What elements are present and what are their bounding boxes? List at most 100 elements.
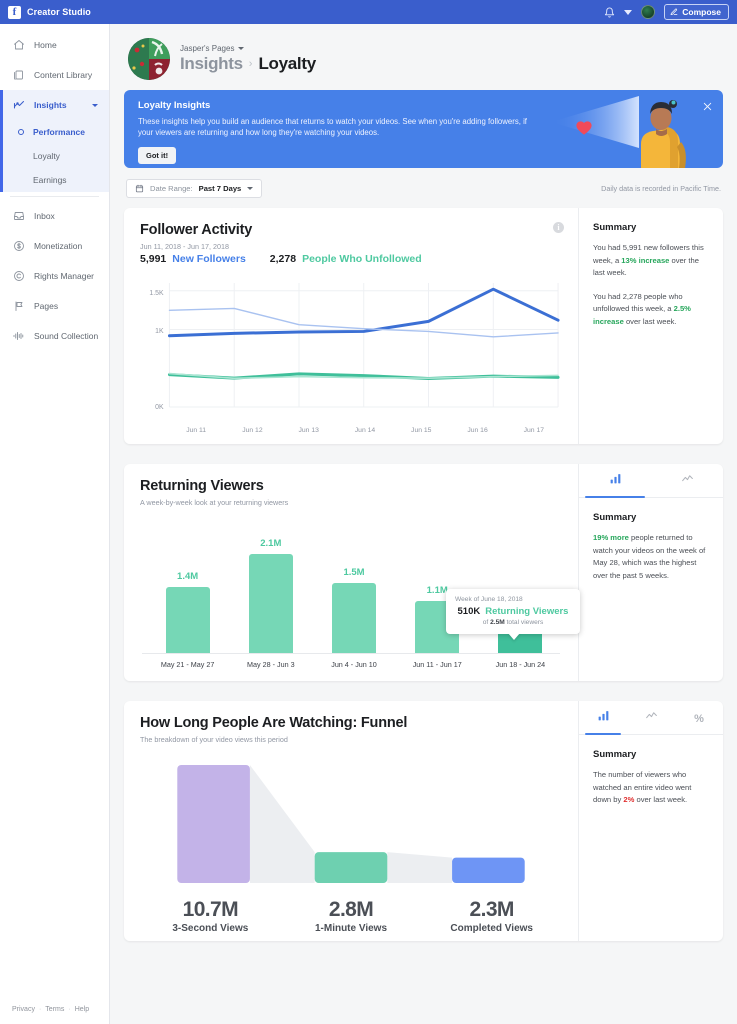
copyright-icon xyxy=(12,270,25,282)
funnel-card: How Long People Are Watching: Funnel The… xyxy=(124,701,723,941)
calendar-icon xyxy=(135,184,144,193)
sidebar-subitem-label: Loyalty xyxy=(33,151,60,161)
footer-link-help[interactable]: Help xyxy=(75,1006,89,1013)
follower-activity-summary: Summary You had 5,991 new followers this… xyxy=(578,208,723,444)
chart-type-tabs xyxy=(579,464,723,498)
compose-label: Compose xyxy=(682,7,721,17)
returning-viewers-card: Returning Viewers A week-by-week look at… xyxy=(124,464,723,681)
funnel-chart[interactable]: 10.7M 3-Second Views 2.8M 1-Minute Views… xyxy=(140,756,562,934)
chevron-down-icon[interactable] xyxy=(92,103,98,107)
line-chart-icon xyxy=(681,472,694,490)
dollar-circle-icon xyxy=(12,240,25,252)
summary-highlight: 13% increase xyxy=(621,255,670,265)
chart-type-tabs: % xyxy=(579,701,723,735)
summary-paragraph: The number of viewers who watched an ent… xyxy=(593,769,709,807)
card-title: Follower Activity xyxy=(140,222,253,238)
sidebar-footer: Privacy · Terms · Help xyxy=(0,1006,109,1024)
sidebar-item-monetization[interactable]: Monetization xyxy=(0,231,109,261)
bar-value-label: 1.1M xyxy=(426,585,448,596)
tooltip-sub-suffix: total viewers xyxy=(504,619,544,626)
sidebar-item-earnings[interactable]: Earnings xyxy=(0,168,109,192)
banner-illustration xyxy=(551,96,686,168)
tooltip-label: Returning Viewers xyxy=(485,606,569,617)
sidebar-item-label: Insights xyxy=(34,100,67,110)
bar-category-label: Jun 18 - Jun 24 xyxy=(495,660,546,669)
tooltip-sub-prefix: of xyxy=(482,619,491,626)
sidebar-item-pages[interactable]: Pages xyxy=(0,291,109,321)
left-sidebar: Home Content Library Insights Performanc… xyxy=(0,24,110,1024)
bar-column[interactable]: 1.5M xyxy=(312,521,395,653)
tooltip-arrow xyxy=(508,633,520,640)
funnel-stage: 2.3M Completed Views xyxy=(421,898,562,934)
x-tick-label: Jun 15 xyxy=(411,427,432,434)
summary-highlight: 2% xyxy=(623,795,635,805)
selected-dot-icon xyxy=(18,129,24,135)
compose-pencil-icon xyxy=(670,8,678,16)
bar-rect[interactable] xyxy=(332,583,376,653)
facebook-logo-icon: f xyxy=(8,5,21,19)
notification-bell-icon[interactable] xyxy=(604,7,615,18)
x-tick-label: Jun 13 xyxy=(298,427,319,434)
unfollowed-label: People Who Unfollowed xyxy=(302,253,422,265)
page-header: Jasper's Pages Insights › Loyalty xyxy=(124,24,723,90)
sidebar-subitem-label: Earnings xyxy=(33,175,67,185)
summary-text: You had 2,278 people who unfollowed this… xyxy=(593,291,683,314)
page-selector[interactable]: Jasper's Pages xyxy=(180,44,316,53)
sidebar-item-performance[interactable]: Performance xyxy=(0,120,109,144)
compose-button[interactable]: Compose xyxy=(664,4,729,20)
tab-bar-chart[interactable] xyxy=(579,701,627,735)
returning-viewers-summary: Summary 19% more people returned to watc… xyxy=(578,464,723,681)
bar-chart-tooltip: Week of June 18, 2018 510K Returning Vie… xyxy=(446,589,580,640)
brand-area[interactable]: f Creator Studio xyxy=(8,5,91,19)
tooltip-subtext: of 2.5M total viewers xyxy=(455,619,571,626)
tab-percent[interactable]: % xyxy=(675,701,723,734)
breadcrumb-parent[interactable]: Insights xyxy=(180,54,243,74)
sidebar-item-label: Home xyxy=(34,40,57,50)
sidebar-item-label: Inbox xyxy=(34,211,55,221)
tab-bar-chart[interactable] xyxy=(579,464,651,498)
chevron-down-icon xyxy=(238,47,245,50)
summary-text: over last week. xyxy=(623,316,677,326)
sidebar-item-home[interactable]: Home xyxy=(0,30,109,60)
x-tick-label: Jun 16 xyxy=(467,427,488,434)
sidebar-item-loyalty[interactable]: Loyalty xyxy=(0,144,109,168)
line-chart-x-axis: Jun 11 Jun 12 Jun 13 Jun 14 Jun 15 Jun 16 Jun … xyxy=(140,427,562,434)
close-icon[interactable] xyxy=(702,99,713,111)
bar-column[interactable]: 2.1M xyxy=(229,521,312,653)
returning-viewers-bar-chart[interactable]: 1.4M 2.1M 1.5M 1.1M – May 21 - May 27May… xyxy=(140,521,580,671)
page-avatar[interactable] xyxy=(128,38,170,80)
bar-rect[interactable] xyxy=(248,554,293,653)
line-chart-icon xyxy=(645,709,658,727)
funnel-stage-value: 10.7M xyxy=(182,898,239,921)
bar-rect[interactable] xyxy=(165,587,210,653)
footer-link-privacy[interactable]: Privacy xyxy=(12,1006,35,1013)
sidebar-item-inbox[interactable]: Inbox xyxy=(0,201,109,231)
summary-paragraph-1: You had 5,991 new followers this week, a… xyxy=(593,242,709,280)
user-avatar[interactable] xyxy=(641,5,656,19)
date-range-selector[interactable]: Date Range: Past 7 Days xyxy=(126,179,263,198)
funnel-summary: % Summary The number of viewers who watc… xyxy=(578,701,723,941)
info-icon[interactable]: i xyxy=(553,222,564,233)
got-it-button[interactable]: Got it! xyxy=(138,146,177,164)
tab-line-chart[interactable] xyxy=(651,464,723,497)
bar-value-label: 2.1M xyxy=(260,538,282,549)
banner-body: These insights help you build an audienc… xyxy=(138,117,527,138)
sidebar-subitem-performance-wrap: Performance xyxy=(0,120,109,144)
funnel-stage-value: 2.8M xyxy=(328,898,374,921)
bar-column[interactable]: 1.4M xyxy=(146,521,229,653)
card-title: How Long People Are Watching: Funnel xyxy=(140,715,408,731)
sidebar-divider xyxy=(10,196,99,197)
x-tick-label: Jun 17 xyxy=(523,427,545,434)
account-chevron-down-icon[interactable] xyxy=(624,9,633,15)
x-tick-label: Jun 14 xyxy=(354,427,376,434)
top-navigation-bar: f Creator Studio Compose xyxy=(0,0,737,24)
sidebar-item-insights[interactable]: Insights xyxy=(0,90,109,120)
tab-line-chart[interactable] xyxy=(627,701,675,734)
bar-chart-icon xyxy=(609,472,622,490)
loyalty-insights-banner: Loyalty Insights These insights help you… xyxy=(124,90,723,168)
footer-link-terms[interactable]: Terms xyxy=(45,1006,64,1013)
sidebar-item-rights-manager[interactable]: Rights Manager xyxy=(0,261,109,291)
sidebar-item-sound-collection[interactable]: Sound Collection xyxy=(0,321,109,351)
sidebar-item-content-library[interactable]: Content Library xyxy=(0,60,109,90)
follower-activity-line-chart[interactable]: 1.5K 1K 0K xyxy=(140,275,562,425)
